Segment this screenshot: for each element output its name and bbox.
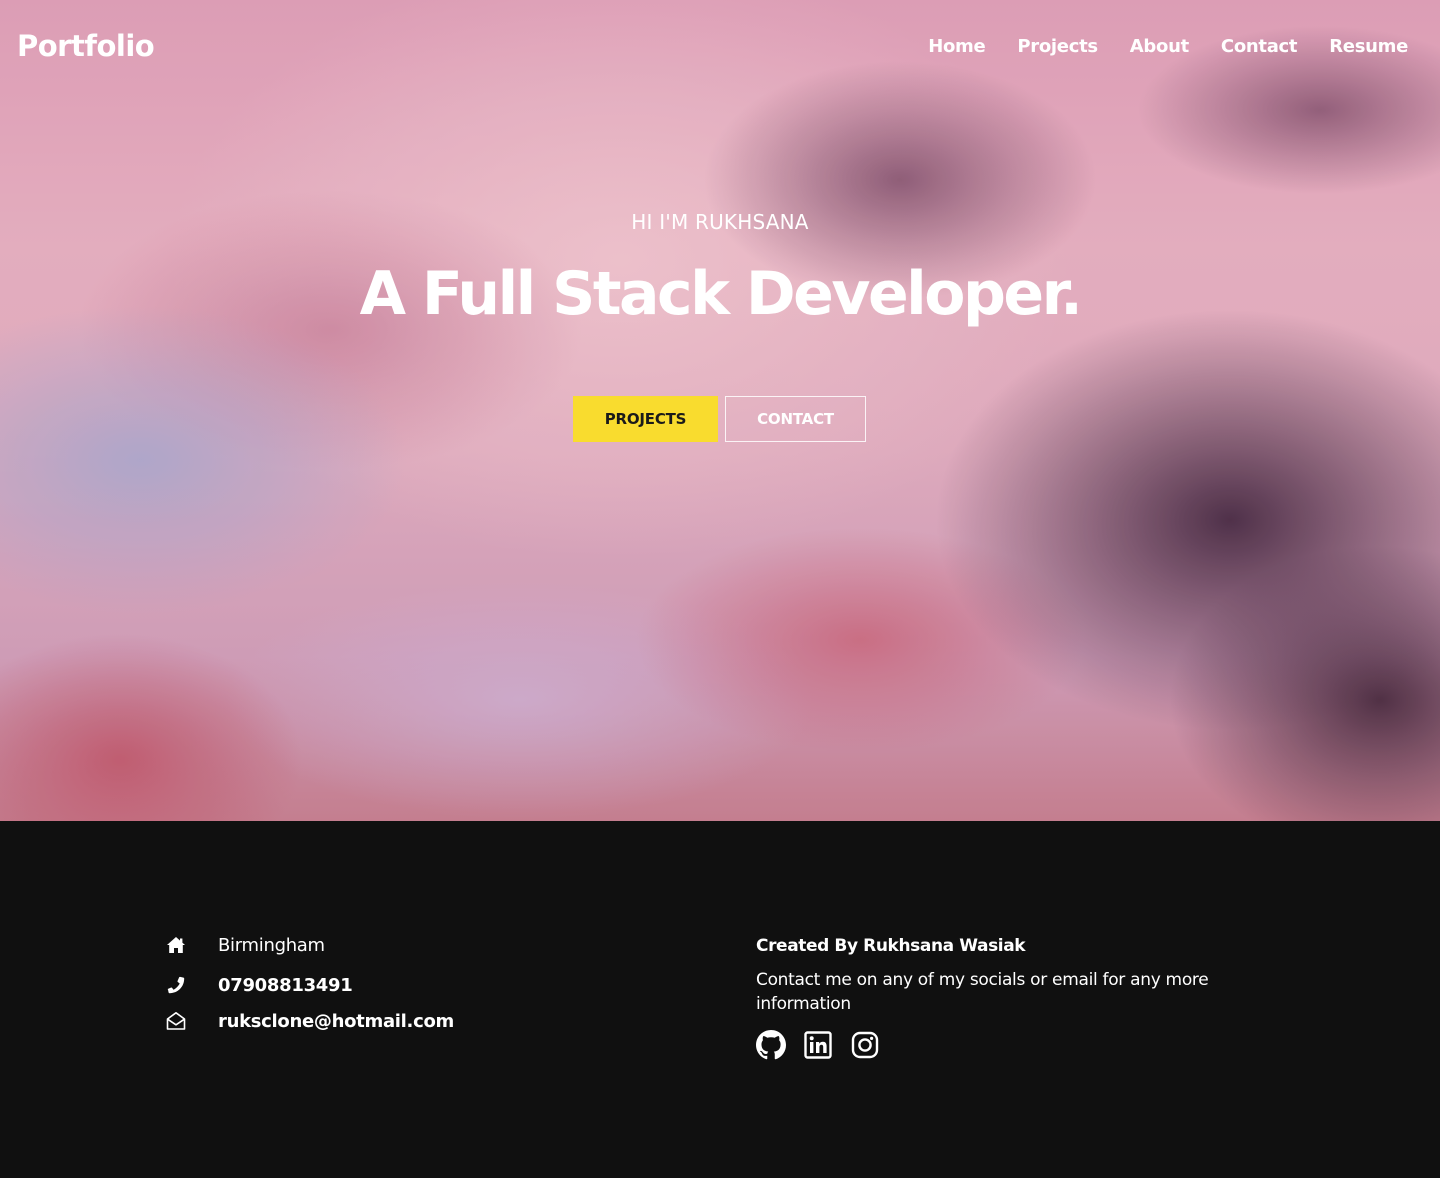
nav-item-contact: Contact xyxy=(1221,36,1298,57)
hero-section: Portfolio Home Projects About Contact Re… xyxy=(0,0,1440,821)
footer-message: Contact me on any of my socials or email… xyxy=(756,970,1209,1014)
nav-link-resume[interactable]: Resume xyxy=(1329,36,1408,57)
github-link[interactable] xyxy=(756,1030,786,1064)
phone-text[interactable]: 07908813491 xyxy=(218,975,353,996)
brand-logo[interactable]: Portfolio xyxy=(17,29,155,63)
home-icon xyxy=(165,934,187,956)
nav-link-home[interactable]: Home xyxy=(928,36,986,57)
nav-item-about: About xyxy=(1130,36,1189,57)
envelope-open-icon xyxy=(165,1010,187,1032)
nav-link-about[interactable]: About xyxy=(1130,36,1189,57)
linkedin-icon xyxy=(804,1031,832,1063)
contact-email-row: ruksclone@hotmail.com xyxy=(165,1009,454,1033)
email-text[interactable]: ruksclone@hotmail.com xyxy=(218,1011,454,1032)
nav-item-home: Home xyxy=(928,36,986,57)
contact-phone-row: 07908813491 xyxy=(165,973,454,997)
github-icon xyxy=(756,1030,786,1064)
nav-item-projects: Projects xyxy=(1017,36,1098,57)
contact-info: Birmingham 07908813491 ruksclone@hotmail… xyxy=(165,933,454,1033)
instagram-link[interactable] xyxy=(850,1031,880,1063)
phone-icon xyxy=(165,974,187,996)
social-links xyxy=(756,1030,1236,1064)
created-by-text: Created By Rukhsana Wasiak xyxy=(756,936,1026,956)
hero-title: A Full Stack Developer. xyxy=(359,259,1083,329)
contact-location-row: Birmingham xyxy=(165,933,454,957)
hero-greeting: HI I'M RUKHSANA xyxy=(631,210,809,234)
nav-links: Home Projects About Contact Resume xyxy=(928,36,1408,57)
contact-button[interactable]: CONTACT xyxy=(725,396,866,442)
location-text: Birmingham xyxy=(218,934,325,956)
projects-button[interactable]: PROJECTS xyxy=(573,396,718,442)
footer: Birmingham 07908813491 ruksclone@hotmail… xyxy=(0,821,1440,1178)
hero-buttons: PROJECTS CONTACT xyxy=(0,396,1440,442)
nav-link-contact[interactable]: Contact xyxy=(1221,36,1298,57)
navbar: Portfolio Home Projects About Contact Re… xyxy=(0,0,1440,92)
instagram-icon xyxy=(851,1031,879,1063)
footer-about: Created By Rukhsana Wasiak Contact me on… xyxy=(756,934,1236,1062)
linkedin-link[interactable] xyxy=(803,1031,833,1063)
hero-content: HI I'M RUKHSANA A Full Stack Developer. … xyxy=(0,208,1440,442)
nav-item-resume: Resume xyxy=(1329,36,1408,57)
nav-link-projects[interactable]: Projects xyxy=(1017,36,1098,57)
